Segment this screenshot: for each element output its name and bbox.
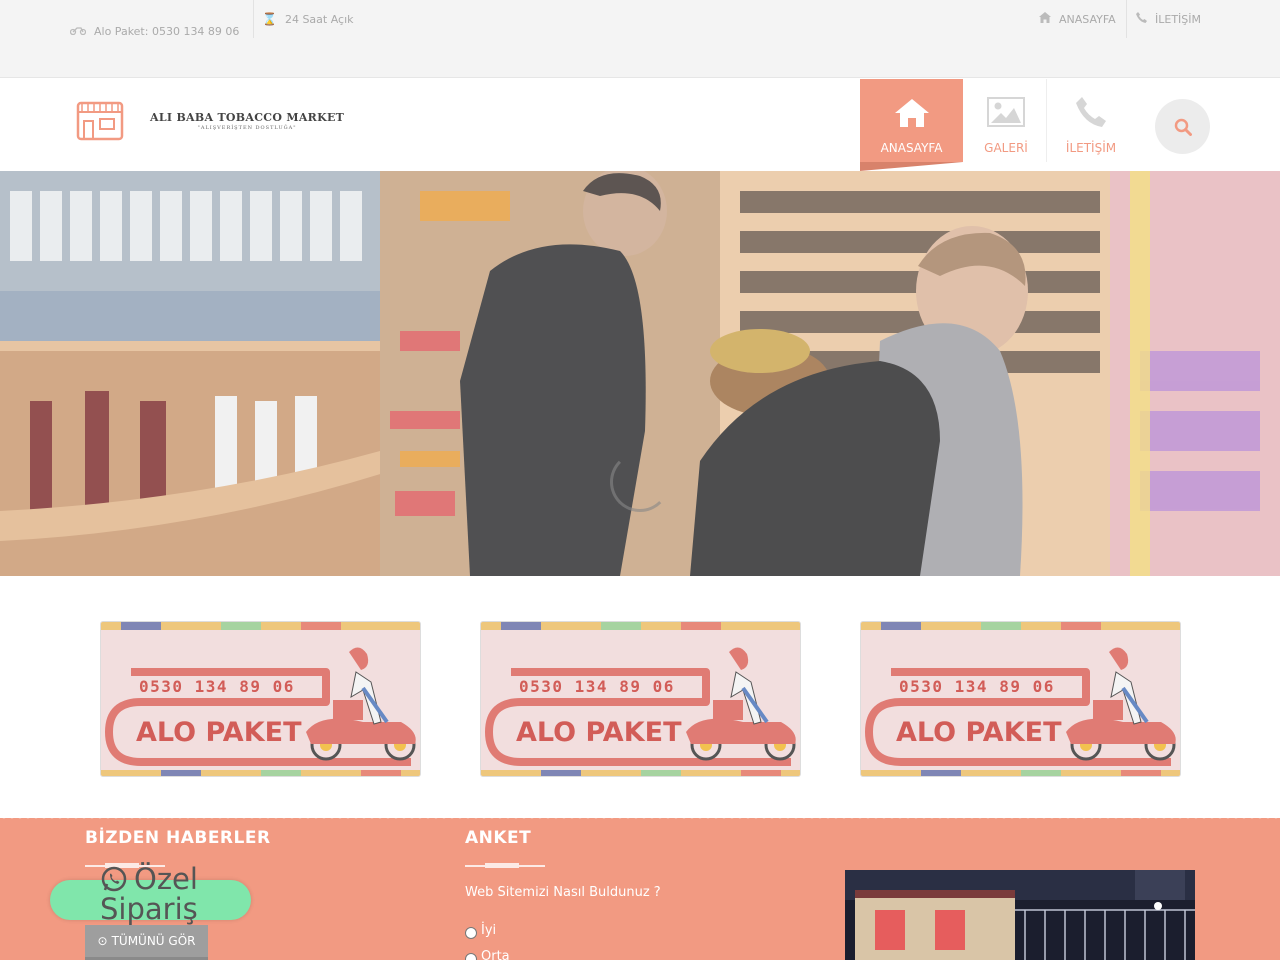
whatsapp-order-label[interactable]: Özel Sipariş xyxy=(100,864,198,924)
logo-subtitle: "ALIŞVERİŞTEN DOSTLUĞA" xyxy=(197,125,297,131)
banner-title: ALO PAKET xyxy=(896,717,1062,748)
logo[interactable]: ALI BABA TOBACCO MARKET "ALIŞVERİŞTEN DO… xyxy=(76,101,344,141)
motorbike-icon xyxy=(69,12,87,51)
image-icon xyxy=(987,97,1025,127)
topbar-contact-label[interactable]: İLETİŞİM xyxy=(1155,13,1201,26)
poll-radio-orta[interactable] xyxy=(465,953,477,960)
loading-spinner xyxy=(610,452,670,512)
news-section-title: BİZDEN HABERLER xyxy=(85,828,271,848)
topbar-hours-text: 24 Saat Açık xyxy=(284,12,354,26)
topbar-contact-link[interactable]: İLETİŞİM xyxy=(1136,12,1201,26)
whatsapp-icon xyxy=(101,866,127,892)
whatsapp-line2: Sipariş xyxy=(100,892,198,926)
home-icon xyxy=(894,97,929,127)
nav-gallery-label[interactable]: GALERİ xyxy=(984,141,1028,155)
search-button[interactable] xyxy=(1155,99,1210,154)
home-icon xyxy=(1039,12,1051,26)
alo-paket-banner[interactable]: 0530 134 89 06 ALO PAKET xyxy=(480,621,801,777)
clock-icon: ⊙ xyxy=(97,934,108,948)
logo-text: ALI BABA TOBACCO MARKET "ALIŞVERİŞTEN DO… xyxy=(150,111,344,131)
nav-contact-label[interactable]: İLETİŞİM xyxy=(1066,141,1116,155)
hero-slider-image xyxy=(0,171,1280,576)
banner-phone: 0530 134 89 06 xyxy=(519,677,675,696)
whatsapp-line1: Özel xyxy=(134,862,198,896)
nav-home-label[interactable]: ANASAYFA xyxy=(881,141,943,155)
topbar-phone-text: Alo Paket: 0530 134 89 06 xyxy=(94,25,240,38)
topbar-home-label[interactable]: ANASAYFA xyxy=(1059,13,1116,26)
poll-option-orta[interactable]: Orta xyxy=(465,947,510,960)
poll-section-title: ANKET xyxy=(465,828,532,848)
see-all-label: TÜMÜNÜ GÖR xyxy=(111,934,196,948)
poll-option-iyi[interactable]: İyi xyxy=(465,921,496,939)
alo-paket-banner[interactable]: 0530 134 89 06 ALO PAKET xyxy=(860,621,1181,777)
header: ALI BABA TOBACCO MARKET "ALIŞVERİŞTEN DO… xyxy=(0,79,1280,171)
nav-gallery[interactable]: GALERİ xyxy=(966,79,1046,162)
topbar-hours: ⌛ 24 Saat Açık xyxy=(262,12,354,26)
poll-option-label: İyi xyxy=(481,922,497,938)
banner-title: ALO PAKET xyxy=(136,717,302,748)
shop-icon xyxy=(76,101,124,141)
logo-title: ALI BABA TOBACCO MARKET xyxy=(150,111,345,124)
banner-phone: 0530 134 89 06 xyxy=(139,677,295,696)
phone-icon xyxy=(1076,97,1106,127)
alo-paket-banner[interactable]: 0530 134 89 06 ALO PAKET xyxy=(100,621,421,777)
nav-contact[interactable]: İLETİŞİM xyxy=(1050,79,1132,162)
topbar-phone: Alo Paket: 0530 134 89 06 xyxy=(69,12,250,51)
see-all-button[interactable]: ⊙ TÜMÜNÜ GÖR xyxy=(85,925,208,960)
poll-option-label: Orta xyxy=(481,948,510,960)
nav-home[interactable]: ANASAYFA xyxy=(860,79,963,171)
top-bar: Alo Paket: 0530 134 89 06 ⌛ 24 Saat Açık… xyxy=(0,0,1280,78)
poll-question: Web Sitemizi Nasıl Buldunuz ? xyxy=(465,885,661,900)
banner-phone: 0530 134 89 06 xyxy=(899,677,1055,696)
poll-radio-iyi[interactable] xyxy=(465,927,477,939)
phone-icon xyxy=(1136,12,1147,26)
search-icon xyxy=(1174,118,1192,136)
hourglass-icon: ⌛ xyxy=(262,12,277,26)
store-front-photo[interactable] xyxy=(845,870,1195,960)
topbar-home-link[interactable]: ANASAYFA xyxy=(1039,12,1116,26)
poll-title-underline xyxy=(465,863,545,868)
banner-title: ALO PAKET xyxy=(516,717,682,748)
